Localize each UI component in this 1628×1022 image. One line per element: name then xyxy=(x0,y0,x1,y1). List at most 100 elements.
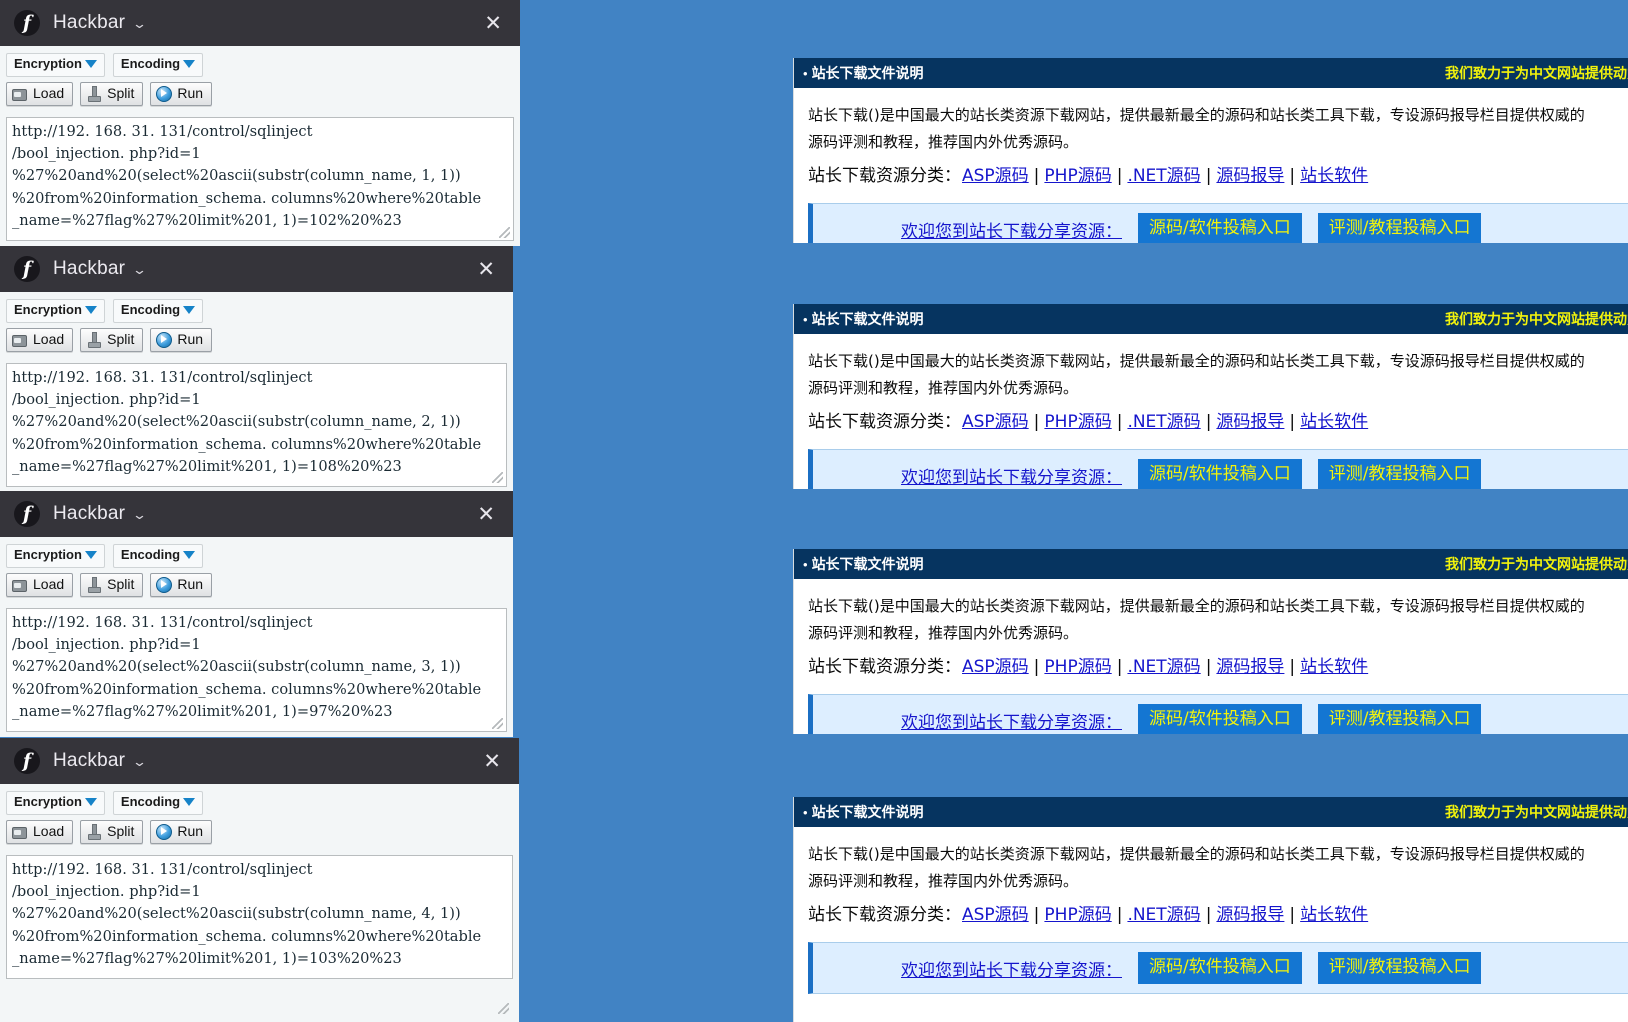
submit-tutorial-button[interactable]: 评测/教程投稿入口 xyxy=(1317,952,1482,984)
chevron-down-icon xyxy=(183,551,196,560)
close-icon[interactable]: ✕ xyxy=(473,502,499,527)
category-link-software[interactable]: 站长软件 xyxy=(1300,166,1368,186)
encryption-dropdown[interactable]: Encryption xyxy=(6,544,105,568)
run-button[interactable]: Run xyxy=(150,819,213,844)
hackbar-panel: f Hackbar ⌄ ✕ Encryption Encoding Load S… xyxy=(0,0,520,246)
category-link-net[interactable]: .NET源码 xyxy=(1127,412,1200,432)
promo-bar: 欢迎您到站长下载分享资源： 源码/软件投稿入口 评测/教程投稿入口 xyxy=(808,449,1628,489)
close-icon[interactable]: ✕ xyxy=(473,257,499,282)
category-link-asp[interactable]: ASP源码 xyxy=(962,166,1029,186)
category-label: 站长下载资源分类： xyxy=(808,412,961,432)
url-input[interactable]: http://192. 168. 31. 131/control/sqlinje… xyxy=(6,362,507,487)
category-link-software[interactable]: 站长软件 xyxy=(1300,412,1368,432)
separator: | xyxy=(1205,412,1212,432)
encoding-dropdown[interactable]: Encoding xyxy=(112,544,204,568)
category-link-php[interactable]: PHP源码 xyxy=(1044,905,1111,925)
category-link-net[interactable]: .NET源码 xyxy=(1127,166,1200,186)
encoding-dropdown[interactable]: Encoding xyxy=(112,299,204,323)
chevron-down-icon[interactable]: ⌄ xyxy=(132,17,147,30)
run-button[interactable]: Run xyxy=(150,327,213,352)
separator: | xyxy=(1116,657,1123,677)
load-button[interactable]: Load xyxy=(6,81,74,106)
submit-source-button[interactable]: 源码/软件投稿入口 xyxy=(1138,704,1302,734)
resize-grip[interactable] xyxy=(499,227,510,238)
split-button[interactable]: Split xyxy=(80,819,144,844)
paragraph-line-1: 站长下载()是中国最大的站长类资源下载网站，提供最新最全的源码和站长类工具下载，… xyxy=(808,106,1585,124)
category-link-php[interactable]: PHP源码 xyxy=(1044,166,1111,186)
split-button[interactable]: Split xyxy=(80,327,144,352)
category-link-report[interactable]: 源码报导 xyxy=(1216,412,1284,432)
load-label: Load xyxy=(33,85,65,102)
encryption-dropdown[interactable]: Encryption xyxy=(6,299,105,323)
web-block-slogan: 我们致力于为中文网站提供动力 xyxy=(1445,312,1628,328)
encryption-dropdown[interactable]: Encryption xyxy=(6,53,105,77)
promo-label[interactable]: 欢迎您到站长下载分享资源： xyxy=(901,956,1122,981)
category-link-report[interactable]: 源码报导 xyxy=(1216,166,1284,186)
category-link-software[interactable]: 站长软件 xyxy=(1300,905,1368,925)
promo-label[interactable]: 欢迎您到站长下载分享资源： xyxy=(901,463,1122,488)
hackbar-toolbar: Encryption Encoding Load Split Run xyxy=(0,292,513,358)
category-link-asp[interactable]: ASP源码 xyxy=(962,905,1029,925)
load-button[interactable]: Load xyxy=(6,572,74,597)
promo-label[interactable]: 欢迎您到站长下载分享资源： xyxy=(901,217,1122,242)
run-icon xyxy=(155,85,173,102)
load-label: Load xyxy=(33,331,65,348)
submit-tutorial-button[interactable]: 评测/教程投稿入口 xyxy=(1317,459,1482,489)
load-button[interactable]: Load xyxy=(6,819,74,844)
web-block-body: 站长下载()是中国最大的站长类资源下载网站，提供最新最全的源码和站长类工具下载，… xyxy=(794,579,1628,734)
chevron-down-icon xyxy=(183,798,196,807)
promo-bar: 欢迎您到站长下载分享资源： 源码/软件投稿入口 评测/教程投稿入口 xyxy=(808,942,1628,994)
encoding-label: Encoding xyxy=(120,302,181,317)
submit-source-button[interactable]: 源码/软件投稿入口 xyxy=(1138,459,1302,489)
run-button[interactable]: Run xyxy=(150,572,213,597)
paragraph-line-2: 源码评测和教程，推荐国内外优秀源码。 xyxy=(808,133,1079,151)
category-link-php[interactable]: PHP源码 xyxy=(1044,657,1111,677)
web-block-title: 站长下载文件说明 xyxy=(811,557,924,573)
load-button[interactable]: Load xyxy=(6,327,74,352)
bullet-icon: • xyxy=(803,556,808,572)
web-block-title: 站长下载文件说明 xyxy=(811,66,924,82)
encoding-dropdown[interactable]: Encoding xyxy=(112,791,204,815)
hackbar-titlebar: f Hackbar ⌄ ✕ xyxy=(0,246,513,292)
submit-source-button[interactable]: 源码/软件投稿入口 xyxy=(1138,213,1302,243)
close-icon[interactable]: ✕ xyxy=(479,749,505,774)
split-button[interactable]: Split xyxy=(80,81,144,106)
chevron-down-icon[interactable]: ⌄ xyxy=(132,263,147,276)
load-icon xyxy=(11,85,28,102)
resize-grip[interactable] xyxy=(492,472,503,483)
url-input[interactable]: http://192. 168. 31. 131/control/sqlinje… xyxy=(6,607,507,732)
category-link-software[interactable]: 站长软件 xyxy=(1300,657,1368,677)
category-link-report[interactable]: 源码报导 xyxy=(1216,657,1284,677)
category-link-asp[interactable]: ASP源码 xyxy=(962,412,1029,432)
resize-grip[interactable] xyxy=(492,718,503,729)
paragraph-line-2: 源码评测和教程，推荐国内外优秀源码。 xyxy=(808,379,1079,397)
submit-tutorial-button[interactable]: 评测/教程投稿入口 xyxy=(1317,704,1482,734)
category-nav: 站长下载资源分类：ASP源码 | PHP源码 | .NET源码 | 源码报导 | 站长软件 xyxy=(808,409,1628,435)
category-link-report[interactable]: 源码报导 xyxy=(1216,905,1284,925)
encoding-dropdown[interactable]: Encoding xyxy=(112,53,204,77)
hackbar-dropdown-row: Encryption Encoding xyxy=(6,791,519,815)
split-icon xyxy=(85,331,102,348)
encryption-dropdown[interactable]: Encryption xyxy=(6,791,105,815)
chevron-down-icon xyxy=(84,306,97,315)
promo-label[interactable]: 欢迎您到站长下载分享资源： xyxy=(901,708,1122,733)
separator: | xyxy=(1289,905,1296,925)
encoding-label: Encoding xyxy=(120,547,181,562)
resize-grip[interactable] xyxy=(498,1003,509,1014)
chevron-down-icon[interactable]: ⌄ xyxy=(132,508,147,521)
hackbar-logo-icon: f xyxy=(14,256,40,282)
submit-tutorial-button[interactable]: 评测/教程投稿入口 xyxy=(1317,213,1482,243)
category-link-net[interactable]: .NET源码 xyxy=(1127,905,1200,925)
category-link-asp[interactable]: ASP源码 xyxy=(962,657,1029,677)
submit-source-button[interactable]: 源码/软件投稿入口 xyxy=(1138,952,1302,984)
url-input[interactable]: http://192. 168. 31. 131/control/sqlinje… xyxy=(6,116,514,241)
run-button[interactable]: Run xyxy=(150,81,213,106)
chevron-down-icon[interactable]: ⌄ xyxy=(132,755,147,768)
chevron-down-icon xyxy=(183,60,196,69)
category-link-net[interactable]: .NET源码 xyxy=(1127,657,1200,677)
split-button[interactable]: Split xyxy=(80,572,144,597)
category-link-php[interactable]: PHP源码 xyxy=(1044,412,1111,432)
bullet-icon: • xyxy=(803,65,808,81)
close-icon[interactable]: ✕ xyxy=(480,11,506,36)
url-input[interactable]: http://192. 168. 31. 131/control/sqlinje… xyxy=(6,854,513,979)
